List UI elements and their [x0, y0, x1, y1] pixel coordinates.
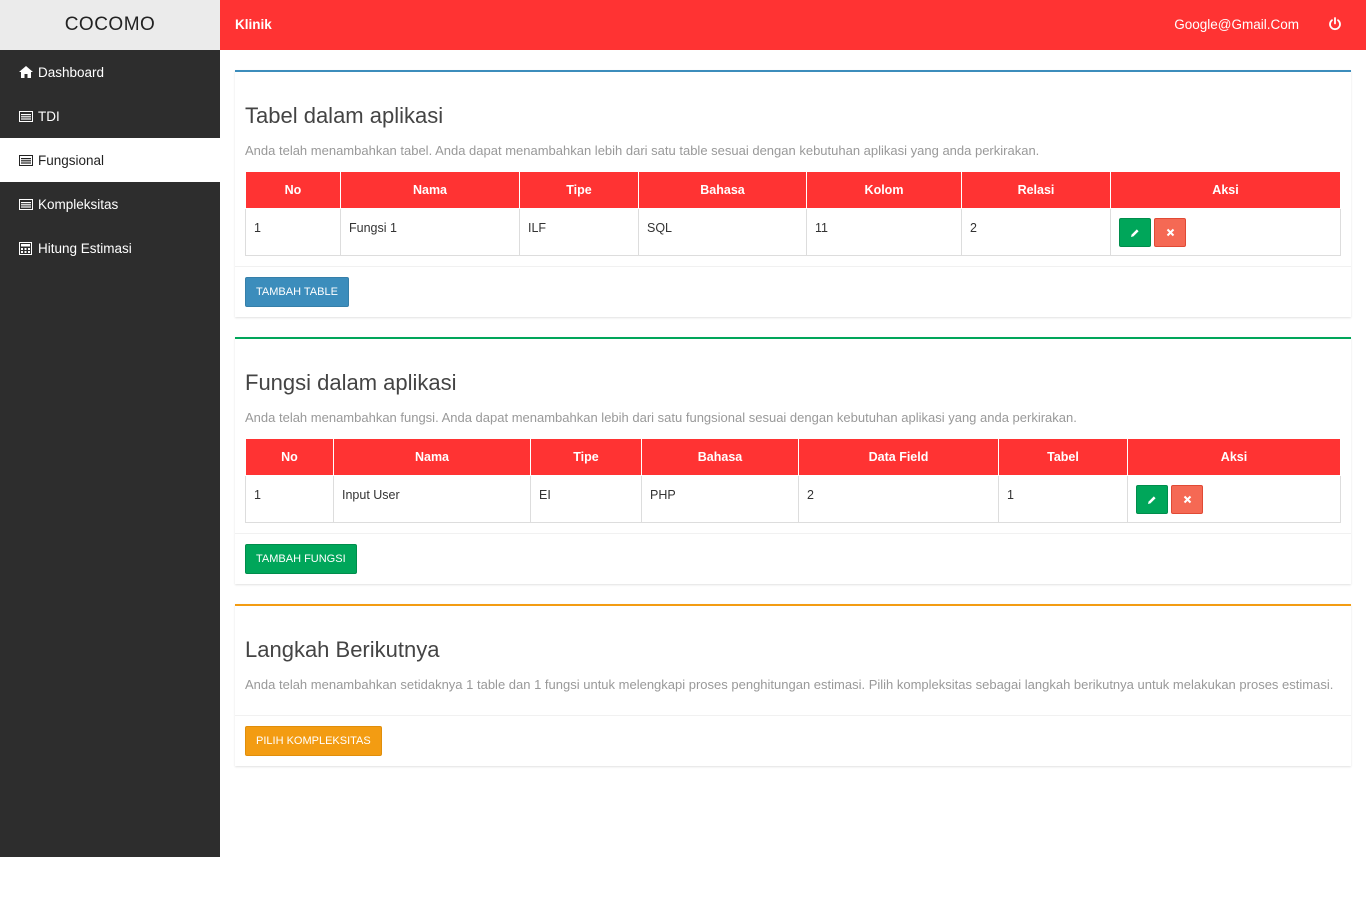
close-icon	[1183, 495, 1191, 504]
table-row: 1 Input User EI PHP 2 1	[245, 475, 1341, 523]
sidebar-item-label: Dashboard	[38, 64, 105, 80]
choose-complexity-button[interactable]: PILIH KOMPLEKSITAS	[245, 726, 382, 756]
list-icon	[18, 198, 33, 210]
actions-cell	[1127, 475, 1341, 523]
close-icon	[1166, 228, 1174, 237]
pencil-icon	[1148, 495, 1156, 504]
sidebar-item-tdi[interactable]: TDI	[0, 94, 220, 138]
section-title: Fungsi dalam aplikasi	[245, 370, 457, 395]
actions-cell	[1110, 208, 1341, 256]
column-header: Tabel	[998, 438, 1128, 476]
list-icon	[18, 110, 33, 122]
sidebar-item-hitung-estimasi[interactable]: Hitung Estimasi	[0, 226, 220, 270]
table-cell: 2	[961, 208, 1111, 256]
section-title: Tabel dalam aplikasi	[245, 103, 444, 128]
add-function-button[interactable]: TAMBAH FUNGSI	[245, 544, 357, 574]
table-cell: 1	[998, 475, 1128, 523]
delete-button[interactable]	[1154, 218, 1186, 247]
sidebar-item-label: Kompleksitas	[38, 196, 119, 212]
sidebar-item-label: TDI	[38, 108, 60, 124]
table-cell: 1	[245, 208, 341, 256]
column-header: No	[245, 171, 341, 209]
table-cell: 2	[798, 475, 999, 523]
add-table-button[interactable]: TAMBAH TABLE	[245, 277, 349, 307]
column-header: Aksi	[1127, 438, 1341, 476]
section-title: Langkah Berikutnya	[245, 637, 440, 662]
functions-table: No Nama Tipe Bahasa Data Field Tabel Aks…	[245, 438, 1341, 523]
column-header: Relasi	[961, 171, 1111, 209]
table-cell: 11	[806, 208, 962, 256]
column-header: Nama	[333, 438, 531, 476]
pencil-icon	[1131, 228, 1139, 237]
column-header: No	[245, 438, 334, 476]
column-header: Aksi	[1110, 171, 1341, 209]
sidebar-item-label: Fungsional	[38, 152, 105, 168]
column-header: Kolom	[806, 171, 962, 209]
edit-button[interactable]	[1136, 485, 1168, 514]
table-cell: Fungsi 1	[340, 208, 520, 256]
user-email[interactable]: Google@Gmail.Com	[1174, 17, 1299, 32]
sidebar-item-kompleksitas[interactable]: Kompleksitas	[0, 182, 220, 226]
table-cell: PHP	[641, 475, 799, 523]
calculator-icon	[18, 241, 33, 255]
table-row: 1 Fungsi 1 ILF SQL 11 2	[245, 208, 1341, 256]
section-description: Anda telah menambahkan tabel. Anda dapat…	[245, 143, 1040, 158]
main-content: Tabel dalam aplikasi Anda telah menambah…	[235, 70, 1351, 786]
sidebar-item-dashboard[interactable]: Dashboard	[0, 50, 220, 94]
brand-logo[interactable]: COCOMO	[0, 0, 220, 50]
table-cell: SQL	[638, 208, 807, 256]
list-icon	[18, 154, 33, 166]
tables-box: Tabel dalam aplikasi Anda telah menambah…	[235, 70, 1351, 317]
table-cell: 1	[245, 475, 334, 523]
column-header: Data Field	[798, 438, 999, 476]
app-title[interactable]: Klinik	[235, 17, 272, 32]
edit-button[interactable]	[1119, 218, 1151, 247]
section-description: Anda telah menambahkan fungsi. Anda dapa…	[245, 410, 1077, 425]
table-cell: Input User	[333, 475, 531, 523]
section-description: Anda telah menambahkan setidaknya 1 tabl…	[245, 677, 1334, 692]
next-step-box: Langkah Berikutnya Anda telah menambahka…	[235, 604, 1351, 766]
app-root: COCOMO Dashboard TDI Fungsional Kompleks…	[0, 0, 1366, 905]
top-navbar: Klinik Google@Gmail.Com	[220, 0, 1366, 50]
sidebar-item-fungsional[interactable]: Fungsional	[0, 138, 220, 182]
table-cell: EI	[530, 475, 642, 523]
column-header: Bahasa	[638, 171, 807, 209]
power-icon[interactable]	[1328, 17, 1342, 31]
delete-button[interactable]	[1171, 485, 1203, 514]
column-header: Bahasa	[641, 438, 799, 476]
home-icon	[18, 66, 33, 78]
column-header: Tipe	[530, 438, 642, 476]
sidebar-item-label: Hitung Estimasi	[38, 240, 132, 256]
functions-box: Fungsi dalam aplikasi Anda telah menamba…	[235, 337, 1351, 584]
column-header: Nama	[340, 171, 520, 209]
sidebar: COCOMO Dashboard TDI Fungsional Kompleks…	[0, 0, 220, 857]
column-header: Tipe	[519, 171, 639, 209]
table-cell: ILF	[519, 208, 639, 256]
tables-table: No Nama Tipe Bahasa Kolom Relasi Aksi 1	[245, 171, 1341, 256]
